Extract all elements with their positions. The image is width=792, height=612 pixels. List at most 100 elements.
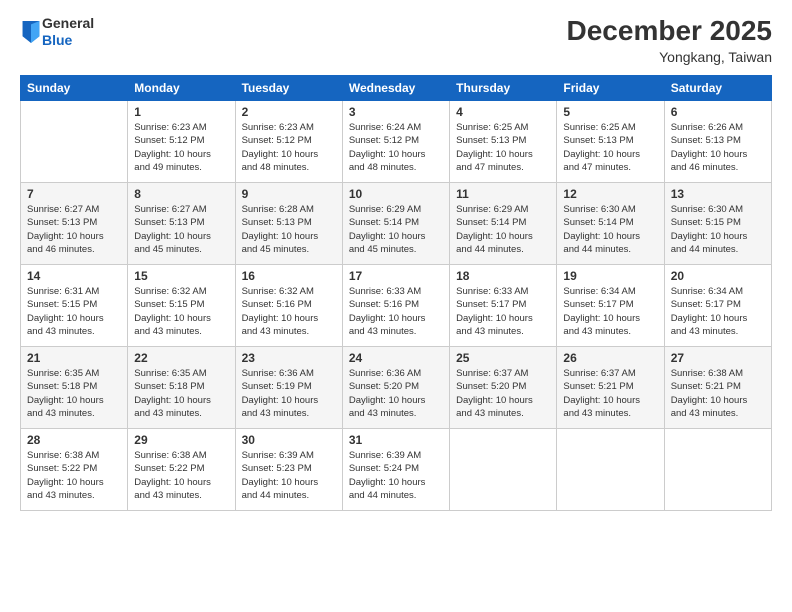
day-info: Sunrise: 6:37 AMSunset: 5:21 PMDaylight:… — [563, 367, 657, 420]
month-title: December 2025 — [567, 15, 772, 47]
day-number: 21 — [27, 351, 121, 365]
day-number: 12 — [563, 187, 657, 201]
calendar-cell — [450, 429, 557, 511]
day-info: Sunrise: 6:33 AMSunset: 5:17 PMDaylight:… — [456, 285, 550, 338]
calendar-table: SundayMondayTuesdayWednesdayThursdayFrid… — [20, 75, 772, 511]
calendar-cell: 30Sunrise: 6:39 AMSunset: 5:23 PMDayligh… — [235, 429, 342, 511]
calendar-cell: 23Sunrise: 6:36 AMSunset: 5:19 PMDayligh… — [235, 347, 342, 429]
day-info: Sunrise: 6:38 AMSunset: 5:22 PMDaylight:… — [134, 449, 228, 502]
calendar-header-row: SundayMondayTuesdayWednesdayThursdayFrid… — [21, 76, 772, 101]
day-info: Sunrise: 6:39 AMSunset: 5:24 PMDaylight:… — [349, 449, 443, 502]
day-number: 27 — [671, 351, 765, 365]
day-number: 5 — [563, 105, 657, 119]
day-info: Sunrise: 6:25 AMSunset: 5:13 PMDaylight:… — [456, 121, 550, 174]
day-info: Sunrise: 6:32 AMSunset: 5:15 PMDaylight:… — [134, 285, 228, 338]
calendar-cell: 20 Sunrise: 6:34 AMSunset: 5:17 PMDayligh… — [664, 265, 771, 347]
day-number: 24 — [349, 351, 443, 365]
calendar-week-row: 28 Sunrise: 6:38 AMSunset: 5:22 PMDayligh… — [21, 429, 772, 511]
day-info: Sunrise: 6:24 AMSunset: 5:12 PMDaylight:… — [349, 121, 443, 174]
calendar-cell: 10 Sunrise: 6:29 AMSunset: 5:14 PMDayligh… — [342, 183, 449, 265]
calendar-cell — [664, 429, 771, 511]
day-number: 7 — [27, 187, 121, 201]
calendar-week-row: 1Sunrise: 6:23 AMSunset: 5:12 PMDaylight… — [21, 101, 772, 183]
day-number: 8 — [134, 187, 228, 201]
day-number: 11 — [456, 187, 550, 201]
day-number: 31 — [349, 433, 443, 447]
day-number: 3 — [349, 105, 443, 119]
day-number: 28 — [27, 433, 121, 447]
day-number: 10 — [349, 187, 443, 201]
calendar-cell: 13Sunrise: 6:30 AMSunset: 5:15 PMDayligh… — [664, 183, 771, 265]
day-info: Sunrise: 6:35 AMSunset: 5:18 PMDaylight:… — [134, 367, 228, 420]
calendar-week-row: 7 Sunrise: 6:27 AMSunset: 5:13 PMDaylight… — [21, 183, 772, 265]
day-info: Sunrise: 6:29 AMSunset: 5:14 PMDaylight:… — [349, 203, 443, 256]
logo-general: General — [42, 15, 94, 32]
day-number: 22 — [134, 351, 228, 365]
day-info: Sunrise: 6:37 AMSunset: 5:20 PMDaylight:… — [456, 367, 550, 420]
day-info: Sunrise: 6:25 AMSunset: 5:13 PMDaylight:… — [563, 121, 657, 174]
logo-blue: Blue — [42, 32, 94, 49]
calendar-header-cell: Thursday — [450, 76, 557, 101]
day-info: Sunrise: 6:38 AMSunset: 5:22 PMDaylight:… — [27, 449, 121, 502]
calendar-cell: 19Sunrise: 6:34 AMSunset: 5:17 PMDayligh… — [557, 265, 664, 347]
calendar-cell: 15 Sunrise: 6:32 AMSunset: 5:15 PMDayligh… — [128, 265, 235, 347]
day-info: Sunrise: 6:29 AMSunset: 5:14 PMDaylight:… — [456, 203, 550, 256]
calendar-cell: 17Sunrise: 6:33 AMSunset: 5:16 PMDayligh… — [342, 265, 449, 347]
header: General Blue December 2025 Yongkang, Tai… — [20, 15, 772, 65]
day-number: 14 — [27, 269, 121, 283]
day-info: Sunrise: 6:26 AMSunset: 5:13 PMDaylight:… — [671, 121, 765, 174]
day-info: Sunrise: 6:30 AMSunset: 5:14 PMDaylight:… — [563, 203, 657, 256]
calendar-cell: 5 Sunrise: 6:25 AMSunset: 5:13 PMDaylight… — [557, 101, 664, 183]
day-info: Sunrise: 6:27 AMSunset: 5:13 PMDaylight:… — [27, 203, 121, 256]
day-info: Sunrise: 6:28 AMSunset: 5:13 PMDaylight:… — [242, 203, 336, 256]
calendar-cell: 11 Sunrise: 6:29 AMSunset: 5:14 PMDayligh… — [450, 183, 557, 265]
day-number: 9 — [242, 187, 336, 201]
logo: General Blue — [20, 15, 94, 49]
day-number: 15 — [134, 269, 228, 283]
day-number: 25 — [456, 351, 550, 365]
calendar-cell: 4 Sunrise: 6:25 AMSunset: 5:13 PMDaylight… — [450, 101, 557, 183]
day-info: Sunrise: 6:34 AMSunset: 5:17 PMDaylight:… — [563, 285, 657, 338]
title-block: December 2025 Yongkang, Taiwan — [567, 15, 772, 65]
calendar-cell: 26Sunrise: 6:37 AMSunset: 5:21 PMDayligh… — [557, 347, 664, 429]
calendar-header-cell: Tuesday — [235, 76, 342, 101]
calendar-header-cell: Sunday — [21, 76, 128, 101]
day-number: 18 — [456, 269, 550, 283]
day-info: Sunrise: 6:32 AMSunset: 5:16 PMDaylight:… — [242, 285, 336, 338]
day-info: Sunrise: 6:38 AMSunset: 5:21 PMDaylight:… — [671, 367, 765, 420]
day-info: Sunrise: 6:39 AMSunset: 5:23 PMDaylight:… — [242, 449, 336, 502]
calendar-cell: 1Sunrise: 6:23 AMSunset: 5:12 PMDaylight… — [128, 101, 235, 183]
day-number: 20 — [671, 269, 765, 283]
day-number: 23 — [242, 351, 336, 365]
day-info: Sunrise: 6:34 AMSunset: 5:17 PMDaylight:… — [671, 285, 765, 338]
calendar-cell: 28 Sunrise: 6:38 AMSunset: 5:22 PMDayligh… — [21, 429, 128, 511]
calendar-header-cell: Wednesday — [342, 76, 449, 101]
calendar-cell: 12 Sunrise: 6:30 AMSunset: 5:14 PMDayligh… — [557, 183, 664, 265]
calendar-cell — [21, 101, 128, 183]
calendar-cell: 22 Sunrise: 6:35 AMSunset: 5:18 PMDayligh… — [128, 347, 235, 429]
day-number: 6 — [671, 105, 765, 119]
calendar-cell: 25 Sunrise: 6:37 AMSunset: 5:20 PMDayligh… — [450, 347, 557, 429]
page: General Blue December 2025 Yongkang, Tai… — [0, 0, 792, 612]
calendar-week-row: 14 Sunrise: 6:31 AMSunset: 5:15 PMDayligh… — [21, 265, 772, 347]
calendar-cell: 2Sunrise: 6:23 AMSunset: 5:12 PMDaylight… — [235, 101, 342, 183]
calendar-cell: 18 Sunrise: 6:33 AMSunset: 5:17 PMDayligh… — [450, 265, 557, 347]
calendar-week-row: 21 Sunrise: 6:35 AMSunset: 5:18 PMDayligh… — [21, 347, 772, 429]
day-info: Sunrise: 6:23 AMSunset: 5:12 PMDaylight:… — [242, 121, 336, 174]
day-info: Sunrise: 6:27 AMSunset: 5:13 PMDaylight:… — [134, 203, 228, 256]
calendar-cell: 7 Sunrise: 6:27 AMSunset: 5:13 PMDaylight… — [21, 183, 128, 265]
calendar-cell — [557, 429, 664, 511]
calendar-cell: 3 Sunrise: 6:24 AMSunset: 5:12 PMDaylight… — [342, 101, 449, 183]
calendar-cell: 31 Sunrise: 6:39 AMSunset: 5:24 PMDayligh… — [342, 429, 449, 511]
calendar-cell: 21 Sunrise: 6:35 AMSunset: 5:18 PMDayligh… — [21, 347, 128, 429]
calendar-header-cell: Saturday — [664, 76, 771, 101]
calendar-cell: 8 Sunrise: 6:27 AMSunset: 5:13 PMDaylight… — [128, 183, 235, 265]
calendar-cell: 14 Sunrise: 6:31 AMSunset: 5:15 PMDayligh… — [21, 265, 128, 347]
calendar-header-cell: Monday — [128, 76, 235, 101]
day-number: 17 — [349, 269, 443, 283]
logo-text: General Blue — [42, 15, 94, 49]
day-info: Sunrise: 6:35 AMSunset: 5:18 PMDaylight:… — [27, 367, 121, 420]
day-info: Sunrise: 6:31 AMSunset: 5:15 PMDaylight:… — [27, 285, 121, 338]
calendar-cell: 24Sunrise: 6:36 AMSunset: 5:20 PMDayligh… — [342, 347, 449, 429]
day-number: 4 — [456, 105, 550, 119]
